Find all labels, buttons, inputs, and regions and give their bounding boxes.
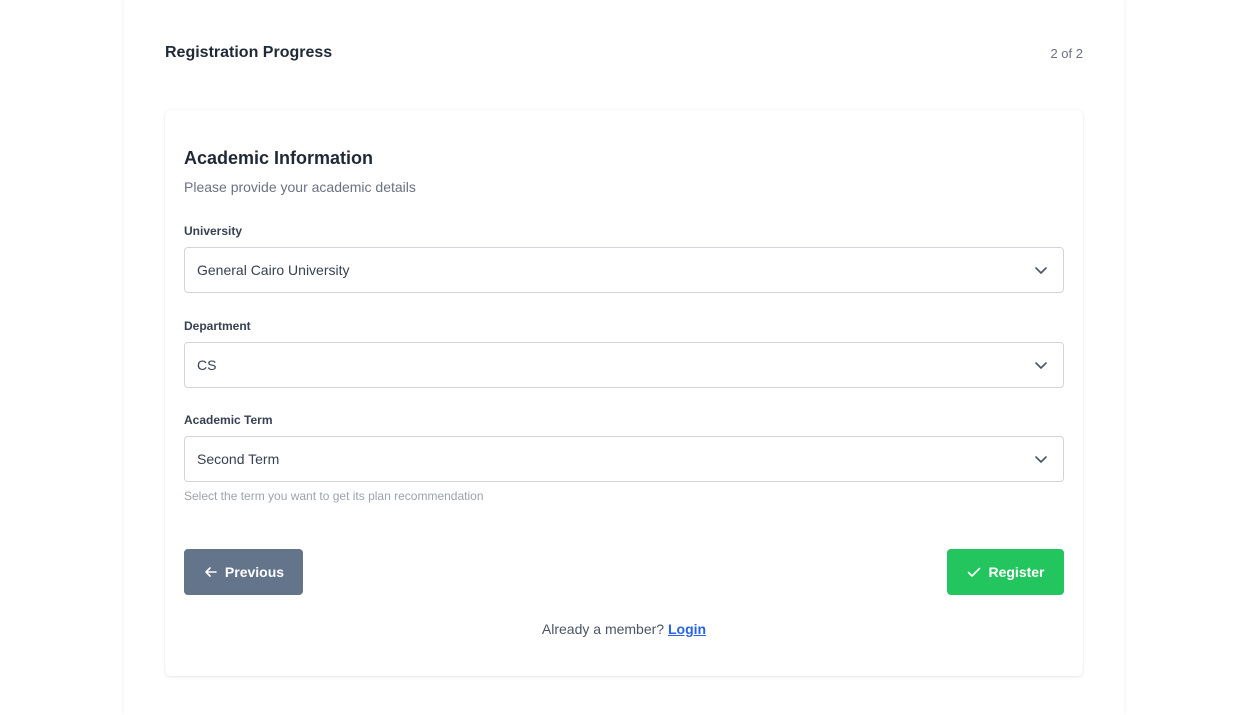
academic-term-helper-text: Select the term you want to get its plan… <box>184 489 484 503</box>
chevron-down-icon <box>1035 456 1047 463</box>
academic-term-select[interactable]: Second Term <box>184 436 1064 482</box>
register-button[interactable]: Register <box>947 549 1064 595</box>
previous-button[interactable]: Previous <box>184 549 303 595</box>
progress-title: Registration Progress <box>165 44 333 61</box>
academic-term-select-value: Second Term <box>197 451 280 467</box>
form-title: Academic Information <box>184 148 374 168</box>
department-select[interactable]: CS <box>184 342 1064 388</box>
registration-container: Registration Progress 2 of 2 Academic In… <box>124 0 1124 715</box>
department-label: Department <box>184 319 251 333</box>
department-select-value: CS <box>197 357 217 373</box>
academic-info-card: Academic Information Please provide your… <box>165 110 1083 676</box>
chevron-down-icon <box>1035 267 1047 274</box>
login-prompt: Already a member? Login <box>165 621 1083 637</box>
login-prompt-text: Already a member? <box>541 621 665 637</box>
university-select[interactable]: General Cairo University <box>184 247 1064 293</box>
progress-step-indicator: 2 of 2 <box>1050 46 1083 61</box>
academic-term-label: Academic Term <box>184 413 273 427</box>
check-icon <box>968 567 981 577</box>
login-link[interactable]: Login <box>668 621 706 637</box>
university-select-value: General Cairo University <box>197 262 350 278</box>
chevron-down-icon <box>1035 362 1047 369</box>
register-button-label: Register <box>988 564 1045 580</box>
university-label: University <box>184 224 243 238</box>
form-subtitle: Please provide your academic details <box>184 179 416 195</box>
arrow-left-icon <box>205 567 217 577</box>
previous-button-label: Previous <box>224 564 285 580</box>
